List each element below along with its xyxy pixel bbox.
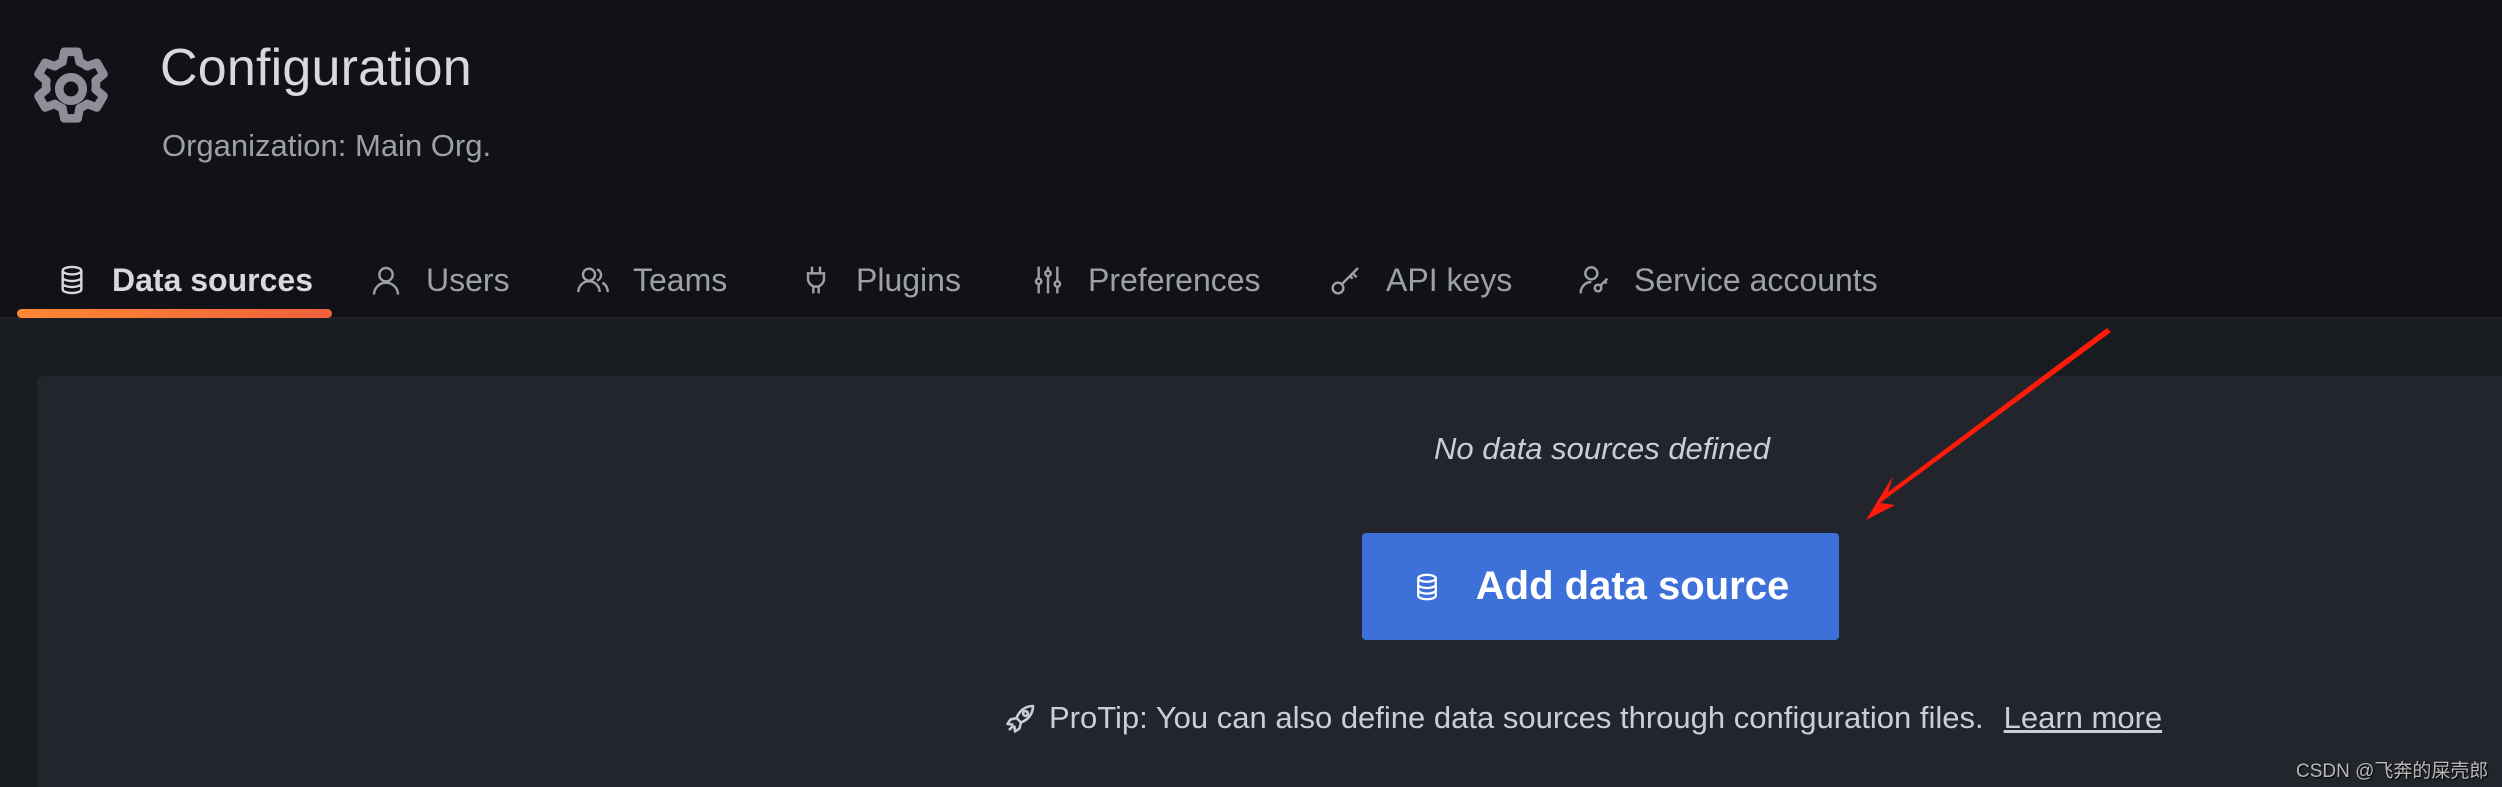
user-icon [372, 266, 400, 295]
learn-more-link[interactable]: Learn more [2004, 700, 2163, 736]
protip-text: ProTip: You can also define data sources… [1049, 700, 1984, 735]
user-key-icon [1579, 266, 1609, 294]
tab-api-keys[interactable]: API keys [1330, 255, 1512, 305]
gear-icon [34, 47, 108, 123]
add-data-source-button[interactable]: Add data source [1362, 533, 1839, 640]
tab-label: API keys [1386, 261, 1513, 298]
empty-state-message: No data sources defined [1433, 431, 1771, 466]
users-icon [577, 267, 609, 293]
tab-data-sources[interactable]: Data sources [56, 255, 313, 305]
database-icon [61, 265, 83, 295]
add-data-source-label: Add data source [1475, 564, 1790, 608]
active-tab-underline [17, 309, 332, 318]
plug-icon [806, 266, 826, 294]
tab-plugins[interactable]: Plugins [800, 255, 961, 305]
tab-preferences[interactable]: Preferences [1032, 255, 1261, 305]
key-icon [1331, 267, 1359, 295]
page-title: Configuration [160, 39, 472, 97]
tab-label: Plugins [856, 261, 961, 298]
tab-label: Preferences [1088, 261, 1261, 298]
protip: ProTip: You can also define data sources… [1003, 700, 2162, 736]
organization-subtitle: Organization: Main Org. [162, 128, 492, 163]
tab-label: Users [426, 261, 510, 298]
tab-service-accounts[interactable]: Service accounts [1578, 255, 1878, 305]
tab-label: Service accounts [1634, 261, 1878, 298]
tab-users[interactable]: Users [370, 255, 510, 305]
watermark: CSDN @飞奔的屎壳郎 [2296, 761, 2489, 782]
sliders-icon [1034, 266, 1062, 294]
database-icon [1416, 573, 1437, 600]
page-header: Configuration Organization: Main Org. Da… [0, 0, 2502, 319]
tab-teams[interactable]: Teams [577, 255, 727, 305]
rocket-icon [1006, 704, 1035, 733]
tab-label: Data sources [112, 261, 313, 298]
tab-label: Teams [633, 261, 728, 298]
